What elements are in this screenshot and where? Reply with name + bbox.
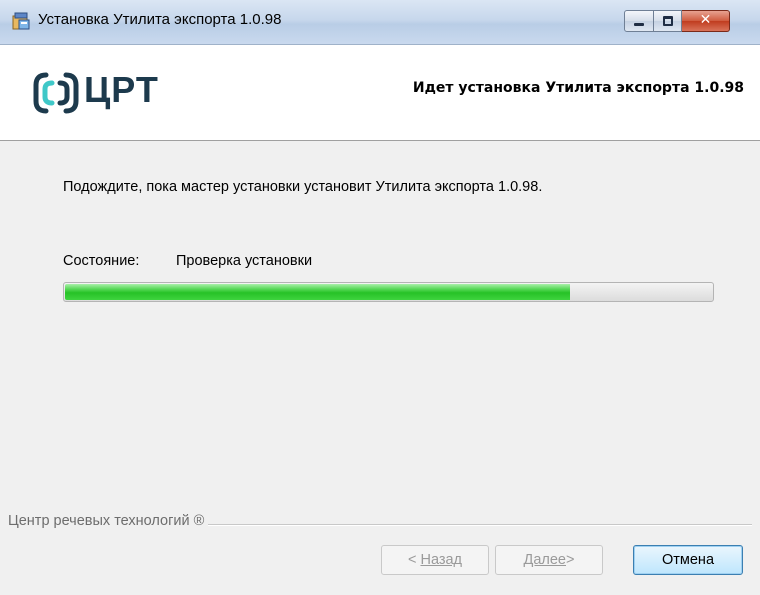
- minimize-icon: [634, 23, 644, 26]
- next-label: Далее: [523, 552, 566, 568]
- installer-content: Подождите, пока мастер установки установ…: [0, 141, 760, 595]
- window-title: Установка Утилита экспорта 1.0.98: [38, 11, 282, 28]
- close-button[interactable]: ✕: [682, 10, 730, 32]
- maximize-button[interactable]: [654, 10, 682, 32]
- close-icon: ✕: [699, 12, 712, 28]
- maximize-icon: [663, 16, 673, 26]
- cancel-label: Отмена: [661, 552, 715, 568]
- cancel-button[interactable]: Отмена: [633, 545, 743, 575]
- title-bar[interactable]: Установка Утилита экспорта 1.0.98 ✕: [0, 0, 760, 45]
- logo-brackets-icon: [33, 72, 79, 114]
- minimize-button[interactable]: [624, 10, 654, 32]
- header-banner: ЦРТ Идет установка Утилита экспорта 1.0.…: [0, 45, 760, 141]
- back-button[interactable]: < Назад: [381, 545, 489, 575]
- installation-progress-bar: [63, 282, 714, 302]
- waiting-message: Подождите, пока мастер установки установ…: [63, 179, 543, 195]
- progress-fill: [65, 284, 570, 300]
- installer-icon: [12, 12, 30, 30]
- crt-logo: ЦРТ: [32, 69, 202, 117]
- back-prefix: <: [407, 552, 417, 568]
- back-label: Назад: [420, 552, 463, 568]
- installer-window: Установка Утилита экспорта 1.0.98 ✕ ЦРТ …: [0, 0, 760, 595]
- status-value: Проверка установки: [176, 253, 313, 269]
- next-suffix: >: [566, 552, 575, 568]
- next-button[interactable]: Далее >: [495, 545, 603, 575]
- logo-text: ЦРТ: [84, 69, 159, 110]
- status-label: Состояние:: [63, 253, 140, 269]
- company-label: Центр речевых технологий ®: [8, 513, 209, 529]
- header-title: Идет установка Утилита экспорта 1.0.98: [412, 80, 744, 96]
